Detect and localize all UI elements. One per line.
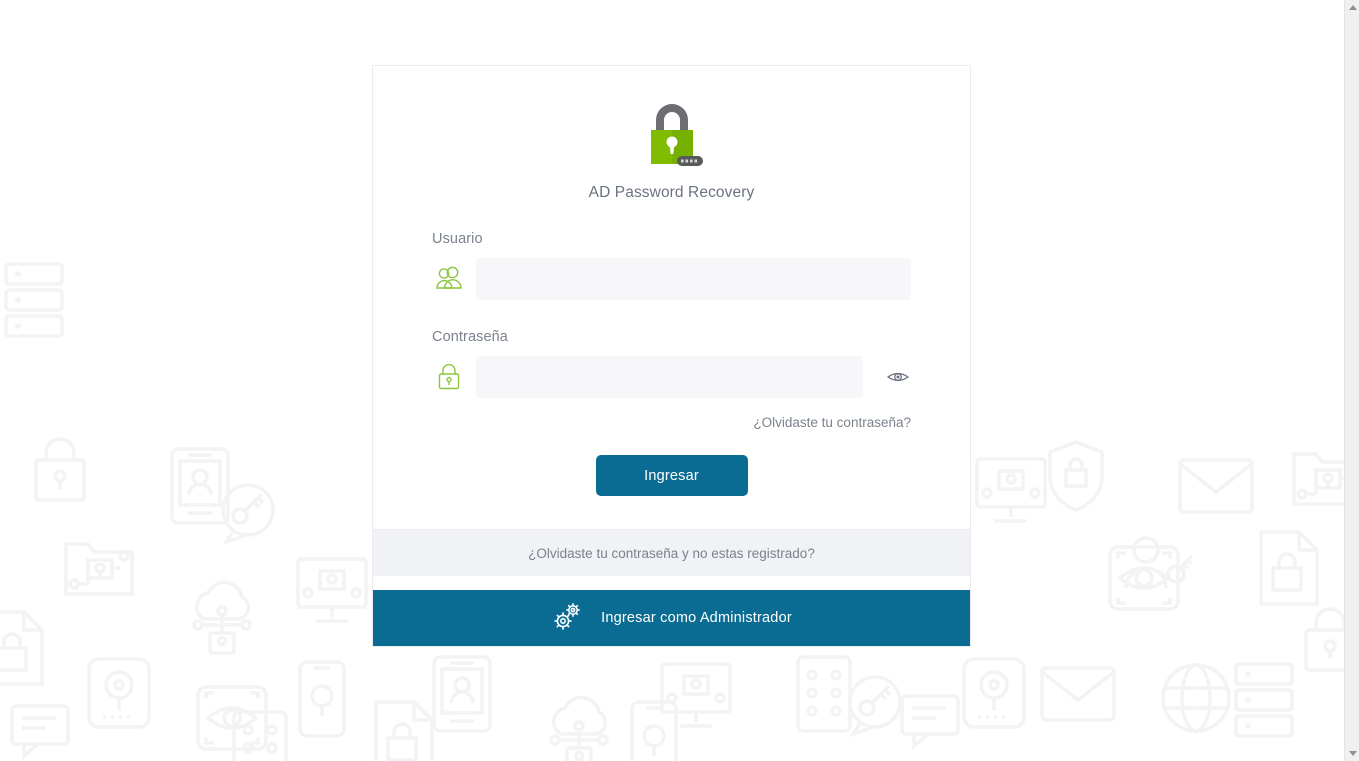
admin-login-label: Ingresar como Administrador	[601, 610, 792, 626]
username-input[interactable]	[476, 258, 911, 300]
submit-row: Ingresar	[432, 455, 911, 529]
password-field-block: Contraseña	[432, 329, 911, 398]
register-strip[interactable]: ¿Olvidaste tu contraseña y no estas regi…	[373, 529, 970, 576]
username-label: Usuario	[432, 231, 483, 247]
chevron-down-icon[interactable]	[1345, 746, 1359, 761]
page-scrollbar[interactable]	[1344, 0, 1359, 761]
login-page: AD Password Recovery Usuario Contraseña …	[0, 0, 1359, 761]
username-field-block: Usuario	[432, 231, 911, 300]
page-title: AD Password Recovery	[588, 184, 755, 201]
chevron-up-icon[interactable]	[1345, 0, 1359, 15]
admin-login-bar[interactable]: Ingresar como Administrador	[373, 590, 970, 646]
strip-gap	[373, 576, 970, 590]
users-icon	[432, 262, 466, 296]
forgot-password-row: ¿Olvidaste tu contraseña?	[432, 415, 911, 430]
password-row	[432, 356, 911, 398]
forgot-password-link[interactable]: ¿Olvidaste tu contraseña?	[753, 415, 911, 430]
padlock-logo-icon	[650, 104, 703, 166]
padlock-icon	[432, 360, 466, 394]
username-row	[432, 258, 911, 300]
eye-icon[interactable]	[885, 364, 911, 390]
register-link[interactable]: ¿Olvidaste tu contraseña y no estas regi…	[528, 546, 815, 561]
password-label: Contraseña	[432, 329, 508, 345]
brand-logo	[432, 100, 911, 174]
gears-icon	[551, 600, 583, 637]
login-submit-button[interactable]: Ingresar	[595, 455, 748, 496]
login-card: AD Password Recovery Usuario Contraseña …	[372, 65, 971, 647]
login-card-body: AD Password Recovery Usuario Contraseña …	[373, 66, 970, 529]
password-input[interactable]	[476, 356, 863, 398]
